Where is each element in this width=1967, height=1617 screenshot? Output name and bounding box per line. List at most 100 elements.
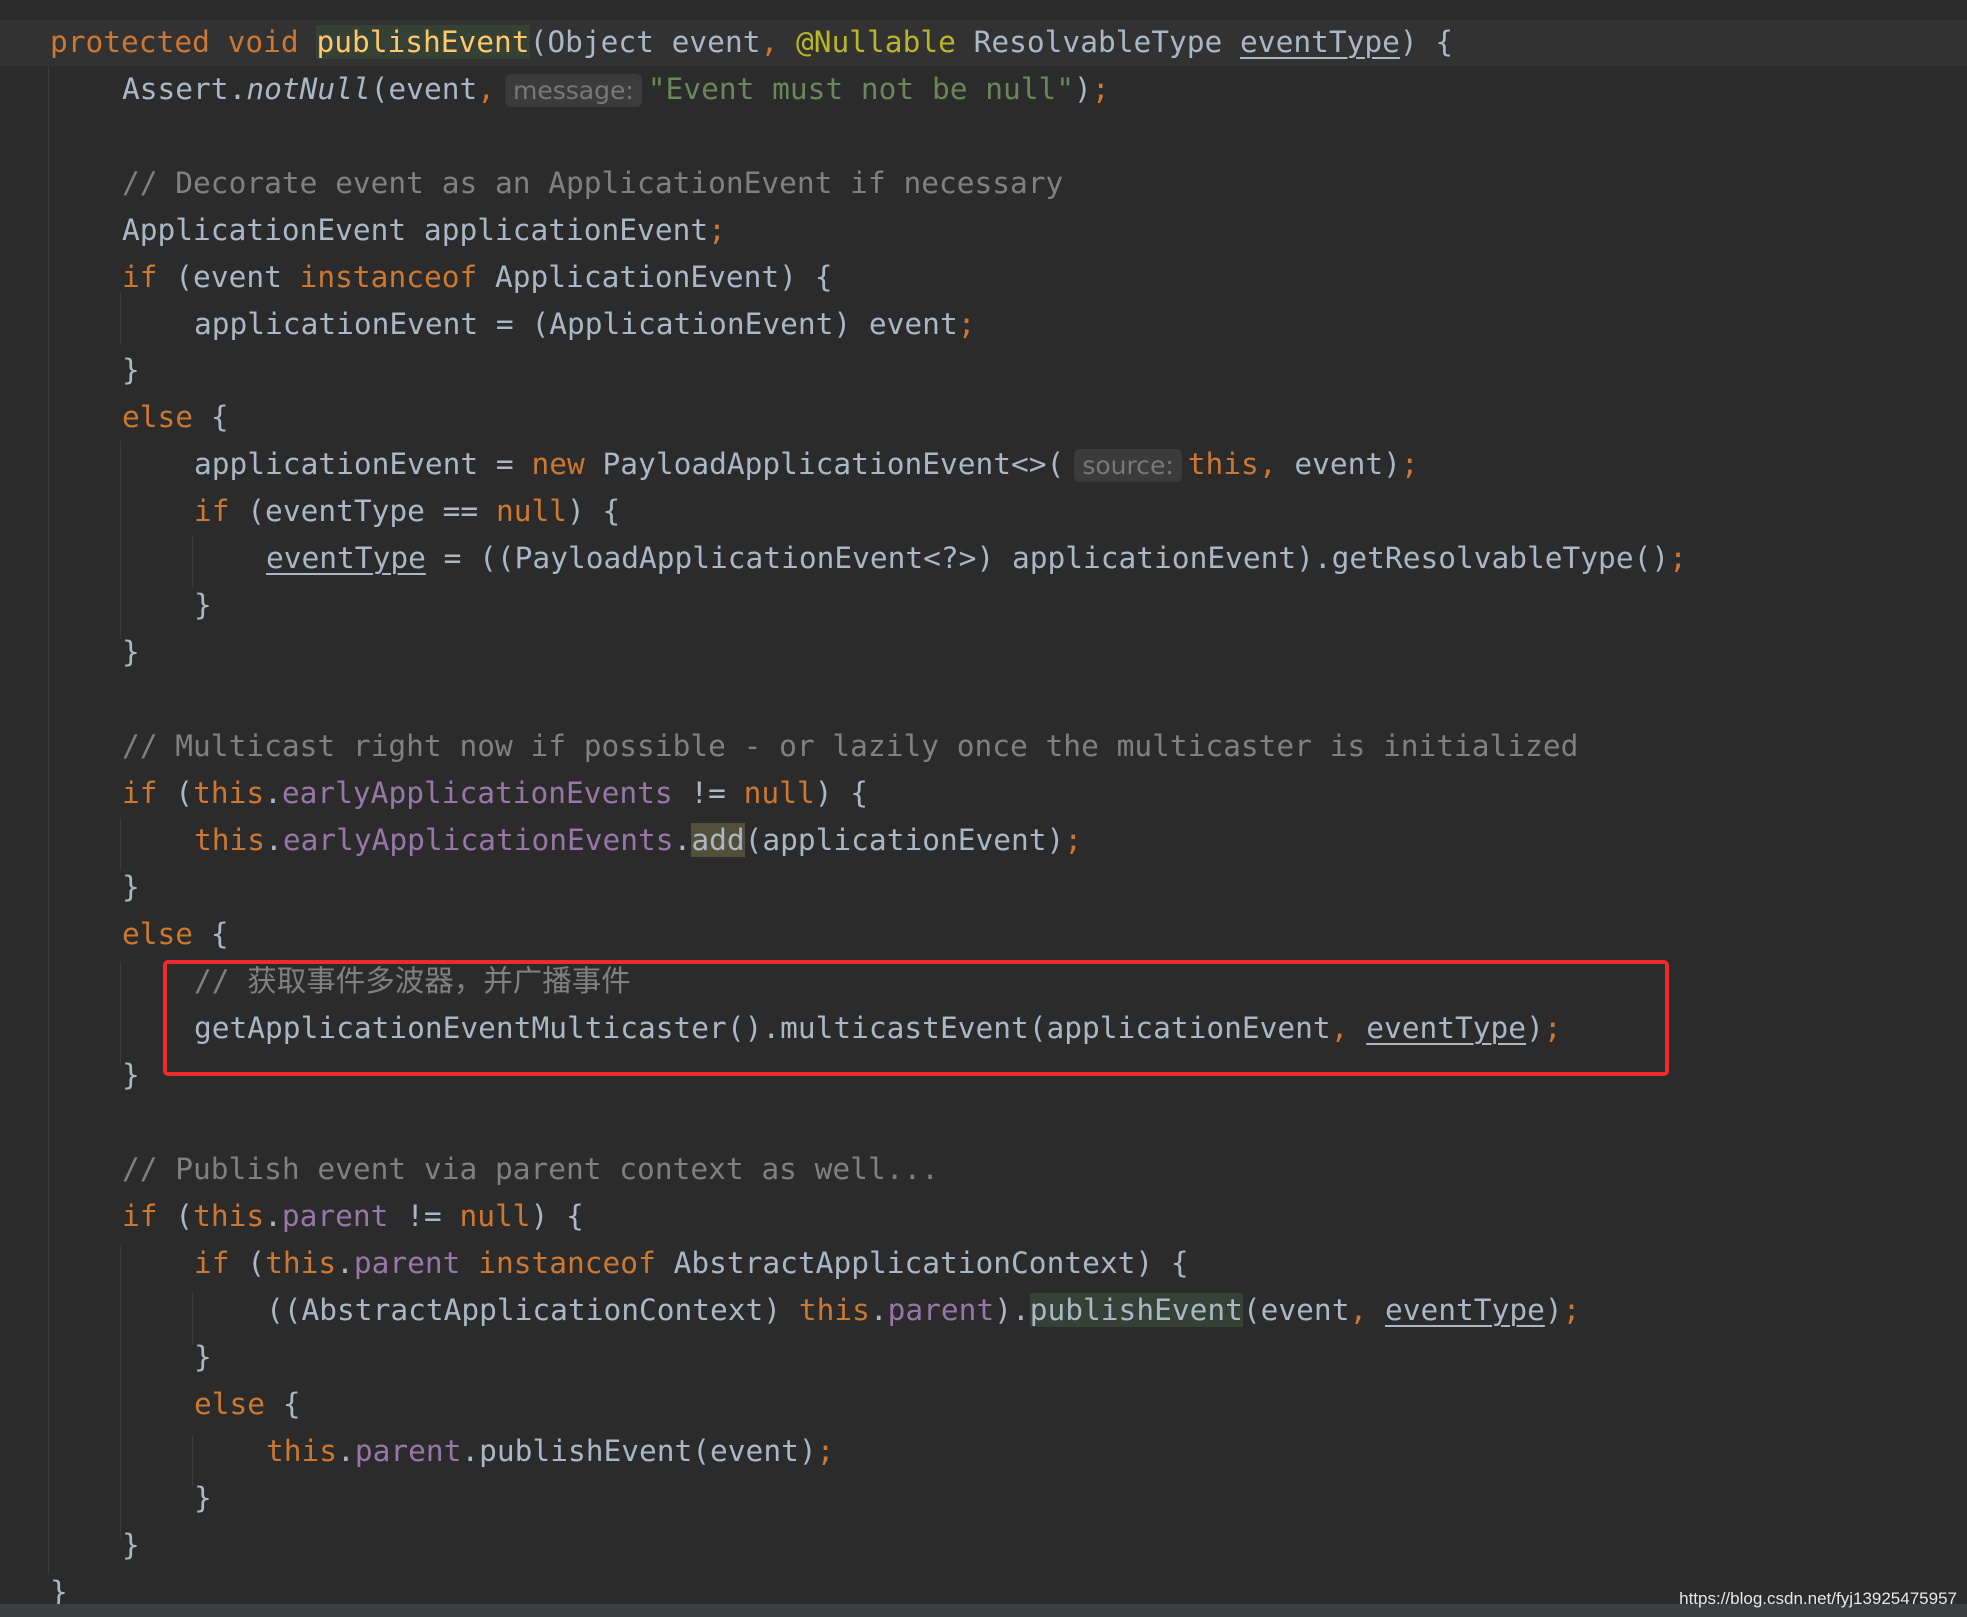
code-line[interactable]: this.earlyApplicationEvents.add(applicat… <box>194 817 1082 864</box>
code-text: ( <box>175 776 194 810</box>
indent-guide <box>192 1435 193 1487</box>
code-editor[interactable]: protected void publishEvent(Object event… <box>0 0 1967 1617</box>
code-line[interactable]: } <box>122 629 140 676</box>
code-text: ) { <box>567 494 621 528</box>
code-line[interactable]: } <box>194 582 212 629</box>
code-line[interactable]: } <box>194 1334 212 1381</box>
code-line[interactable]: Assert.notNull(event, message: "Event must… <box>122 66 1110 113</box>
code-line[interactable]: } <box>122 347 140 394</box>
closing-brace: } <box>122 1058 140 1092</box>
code-text: applicationEvent = <box>194 447 514 481</box>
field-name[interactable]: parent <box>282 1199 389 1233</box>
code-line[interactable]: } <box>194 1475 212 1522</box>
keyword: this <box>265 1246 337 1280</box>
code-line[interactable]: eventType = ((PayloadApplicationEvent<?>… <box>266 535 1687 582</box>
indent-guide <box>120 292 121 344</box>
watermark: https://blog.csdn.net/fyj13925475957 <box>1679 1589 1957 1608</box>
code-text: (applicationEvent) <box>744 823 1065 857</box>
code-line[interactable]: // Publish event via parent context as w… <box>122 1146 939 1193</box>
keyword: this <box>798 1293 870 1327</box>
variable-reassigned[interactable]: eventType <box>1385 1293 1545 1327</box>
closing-brace: } <box>122 635 140 669</box>
static-method[interactable]: notNull <box>246 72 370 106</box>
field-name[interactable]: earlyApplicationEvents <box>283 823 674 857</box>
semicolon: ; <box>1669 541 1687 575</box>
keyword: instanceof <box>299 260 478 294</box>
opening-brace: { <box>210 917 229 951</box>
code-text: ((AbstractApplicationContext) <box>266 1293 782 1327</box>
code-line[interactable]: } <box>122 1522 140 1569</box>
code-line[interactable]: } <box>122 864 140 911</box>
code-line[interactable]: applicationEvent = (ApplicationEvent) ev… <box>194 301 975 348</box>
code-line[interactable]: if (this.earlyApplicationEvents != null)… <box>122 770 868 817</box>
code-text: ) <box>1074 72 1092 106</box>
indent-guide <box>120 1246 121 1538</box>
code-text: (eventType == <box>247 494 479 528</box>
indent-guide <box>120 441 121 639</box>
code-text: (event <box>370 72 478 106</box>
parameter-name[interactable]: eventType <box>1240 25 1400 59</box>
annotation[interactable]: @Nullable <box>796 25 956 59</box>
code-text: (event <box>175 260 282 294</box>
keyword: protected <box>50 25 210 59</box>
code-text: ) { <box>530 1199 584 1233</box>
closing-brace: } <box>194 588 212 622</box>
keyword: instanceof <box>478 1246 656 1280</box>
closing-brace: } <box>122 1528 140 1562</box>
code-line[interactable]: this.parent.publishEvent(event); <box>266 1428 834 1475</box>
code-text: . <box>869 1293 888 1327</box>
code-line[interactable]: applicationEvent = new PayloadApplicatio… <box>194 441 1419 488</box>
field-name[interactable]: parent <box>888 1293 995 1327</box>
code-text: . <box>265 823 283 857</box>
code-text: ( <box>247 1246 266 1280</box>
code-line[interactable]: if (event instanceof ApplicationEvent) { <box>122 254 832 301</box>
code-text: AbstractApplicationContext) { <box>673 1246 1189 1280</box>
comment: // Publish event via parent context as w… <box>122 1152 939 1186</box>
keyword: if <box>122 1199 158 1233</box>
code-text: .publishEvent(event) <box>461 1434 817 1468</box>
constructor-call[interactable]: PayloadApplicationEvent<>( <box>603 447 1065 481</box>
code-line[interactable]: ((AbstractApplicationContext) this.paren… <box>266 1287 1580 1334</box>
code-text: ) { <box>814 776 869 810</box>
semicolon: ; <box>816 1434 835 1468</box>
semicolon: ; <box>957 307 976 341</box>
keyword: this <box>193 1199 265 1233</box>
punctuation: , <box>760 25 779 59</box>
code-line[interactable]: else { <box>194 1381 301 1428</box>
code-line[interactable]: // Decorate event as an ApplicationEvent… <box>122 160 1063 207</box>
keyword: else <box>194 1387 266 1421</box>
punctuation: , <box>1349 1293 1368 1327</box>
type-name[interactable]: ResolvableType <box>974 25 1223 59</box>
field-name[interactable]: earlyApplicationEvents <box>282 776 673 810</box>
highlight-box <box>163 960 1669 1076</box>
code-line[interactable]: protected void publishEvent(Object event… <box>50 19 1453 66</box>
code-line[interactable]: else { <box>122 911 229 958</box>
variable-reassigned[interactable]: eventType <box>266 541 426 575</box>
code-text: event) <box>1294 447 1401 481</box>
code-text: ) { <box>1399 25 1454 59</box>
parameter-hint: message: <box>505 74 642 107</box>
horizontal-scrollbar[interactable] <box>0 1604 1967 1617</box>
code-line[interactable]: // Multicast right now if possible - or … <box>122 723 1578 770</box>
code-line[interactable]: } <box>122 1052 140 1099</box>
method-name[interactable]: publishEvent <box>316 25 530 59</box>
code-line[interactable]: if (this.parent instanceof AbstractAppli… <box>194 1240 1189 1287</box>
code-text: . <box>336 1246 354 1280</box>
code-text: . <box>337 1434 355 1468</box>
keyword: this <box>193 776 265 810</box>
closing-brace: } <box>122 870 140 904</box>
code-line[interactable]: if (eventType == null) { <box>194 488 620 535</box>
code-text: . <box>673 823 692 857</box>
parameter-hint: source: <box>1074 449 1182 482</box>
code-line[interactable]: else { <box>122 394 229 441</box>
method-call[interactable]: add <box>691 823 745 857</box>
class-name[interactable]: Assert. <box>122 72 246 106</box>
method-call[interactable]: publishEvent <box>1029 1293 1243 1327</box>
code-line[interactable]: ApplicationEvent applicationEvent; <box>122 207 726 254</box>
field-name[interactable]: parent <box>354 1246 461 1280</box>
code-line[interactable]: if (this.parent != null) { <box>122 1193 584 1240</box>
code-text: applicationEvent = (ApplicationEvent) ev… <box>194 307 958 341</box>
field-name[interactable]: parent <box>355 1434 462 1468</box>
operator: != <box>690 776 726 810</box>
code-text: ( <box>175 1199 194 1233</box>
